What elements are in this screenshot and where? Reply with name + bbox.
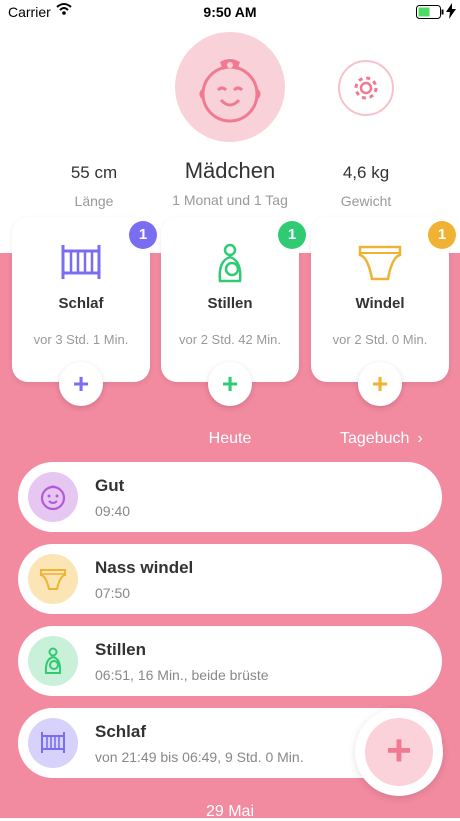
entry-subtitle: 09:40 xyxy=(95,503,131,519)
diaper-count-badge: 1 xyxy=(428,221,456,249)
today-label: Heute xyxy=(208,430,252,447)
entry-title: Gut xyxy=(95,476,125,495)
nursing-count-badge: 1 xyxy=(278,221,306,249)
baby-name: Mädchen xyxy=(184,158,276,183)
entry-subtitle: von 21:49 bis 06:49, 9 Std. 0 Min. xyxy=(95,749,304,765)
baby-girl-icon xyxy=(199,59,261,123)
entry-title: Schlaf xyxy=(95,722,147,741)
weight-stat: 4,6 kg Gewicht xyxy=(316,163,416,209)
timeline-entry[interactable]: Nass windel 07:50 xyxy=(18,544,442,614)
diary-link-label: Tagebuch xyxy=(340,430,410,447)
entry-title: Nass windel xyxy=(95,558,194,577)
length-stat: 55 cm Länge xyxy=(44,163,144,209)
weight-label: Gewicht xyxy=(340,193,392,209)
add-nursing-button[interactable]: + xyxy=(208,362,252,406)
crib-icon xyxy=(28,718,78,768)
timeline-entry[interactable]: Gut 09:40 xyxy=(18,462,442,532)
crib-icon xyxy=(61,245,101,279)
baby-name-stat: Mädchen 1 Monat und 1 Tag xyxy=(130,158,330,208)
sleep-card[interactable]: Schlaf vor 3 Std. 1 Min. xyxy=(12,217,150,382)
diaper-card-time: vor 2 Std. 0 Min. xyxy=(332,332,428,347)
diaper-card[interactable]: Windel vor 2 Std. 0 Min. xyxy=(311,217,449,382)
baby-face-icon xyxy=(28,472,78,522)
sleep-count-badge: 1 xyxy=(129,221,157,249)
chevron-right-icon: › xyxy=(417,430,423,447)
nursing-card-title: Stillen xyxy=(207,295,253,312)
length-value: 55 cm xyxy=(70,163,118,182)
nursing-icon xyxy=(28,636,78,686)
timeline-entry[interactable]: Stillen 06:51, 16 Min., beide brüste xyxy=(18,626,442,696)
plus-icon: + xyxy=(365,718,433,786)
entry-subtitle: 06:51, 16 Min., beide brüste xyxy=(95,667,269,683)
add-diaper-button[interactable]: + xyxy=(358,362,402,406)
entry-subtitle: 07:50 xyxy=(95,585,131,601)
sleep-card-time: vor 3 Std. 1 Min. xyxy=(33,332,129,347)
baby-avatar[interactable] xyxy=(175,32,285,142)
battery-icon xyxy=(416,5,444,19)
diaper-icon xyxy=(28,554,78,604)
status-bar: Carrier 9:50 AM xyxy=(0,0,460,24)
diaper-icon xyxy=(358,245,402,281)
diaper-card-title: Windel xyxy=(355,295,405,312)
clock: 9:50 AM xyxy=(203,4,257,20)
add-entry-fab[interactable]: + xyxy=(355,708,443,796)
length-label: Länge xyxy=(74,193,114,209)
gear-icon xyxy=(354,76,378,100)
add-sleep-button[interactable]: + xyxy=(59,362,103,406)
charging-bolt-icon xyxy=(446,3,456,19)
entry-title: Stillen xyxy=(95,640,147,659)
date-header: 29 Mai xyxy=(205,803,255,820)
baby-age: 1 Monat und 1 Tag xyxy=(172,192,288,208)
sleep-card-title: Schlaf xyxy=(58,295,104,312)
weight-value: 4,6 kg xyxy=(342,163,390,182)
nursing-card-time: vor 2 Std. 42 Min. xyxy=(179,332,281,347)
diary-link[interactable]: Tagebuch › xyxy=(340,430,423,448)
nursing-card[interactable]: Stillen vor 2 Std. 42 Min. xyxy=(161,217,299,382)
nursing-icon xyxy=(218,243,242,283)
settings-button[interactable] xyxy=(338,60,394,116)
